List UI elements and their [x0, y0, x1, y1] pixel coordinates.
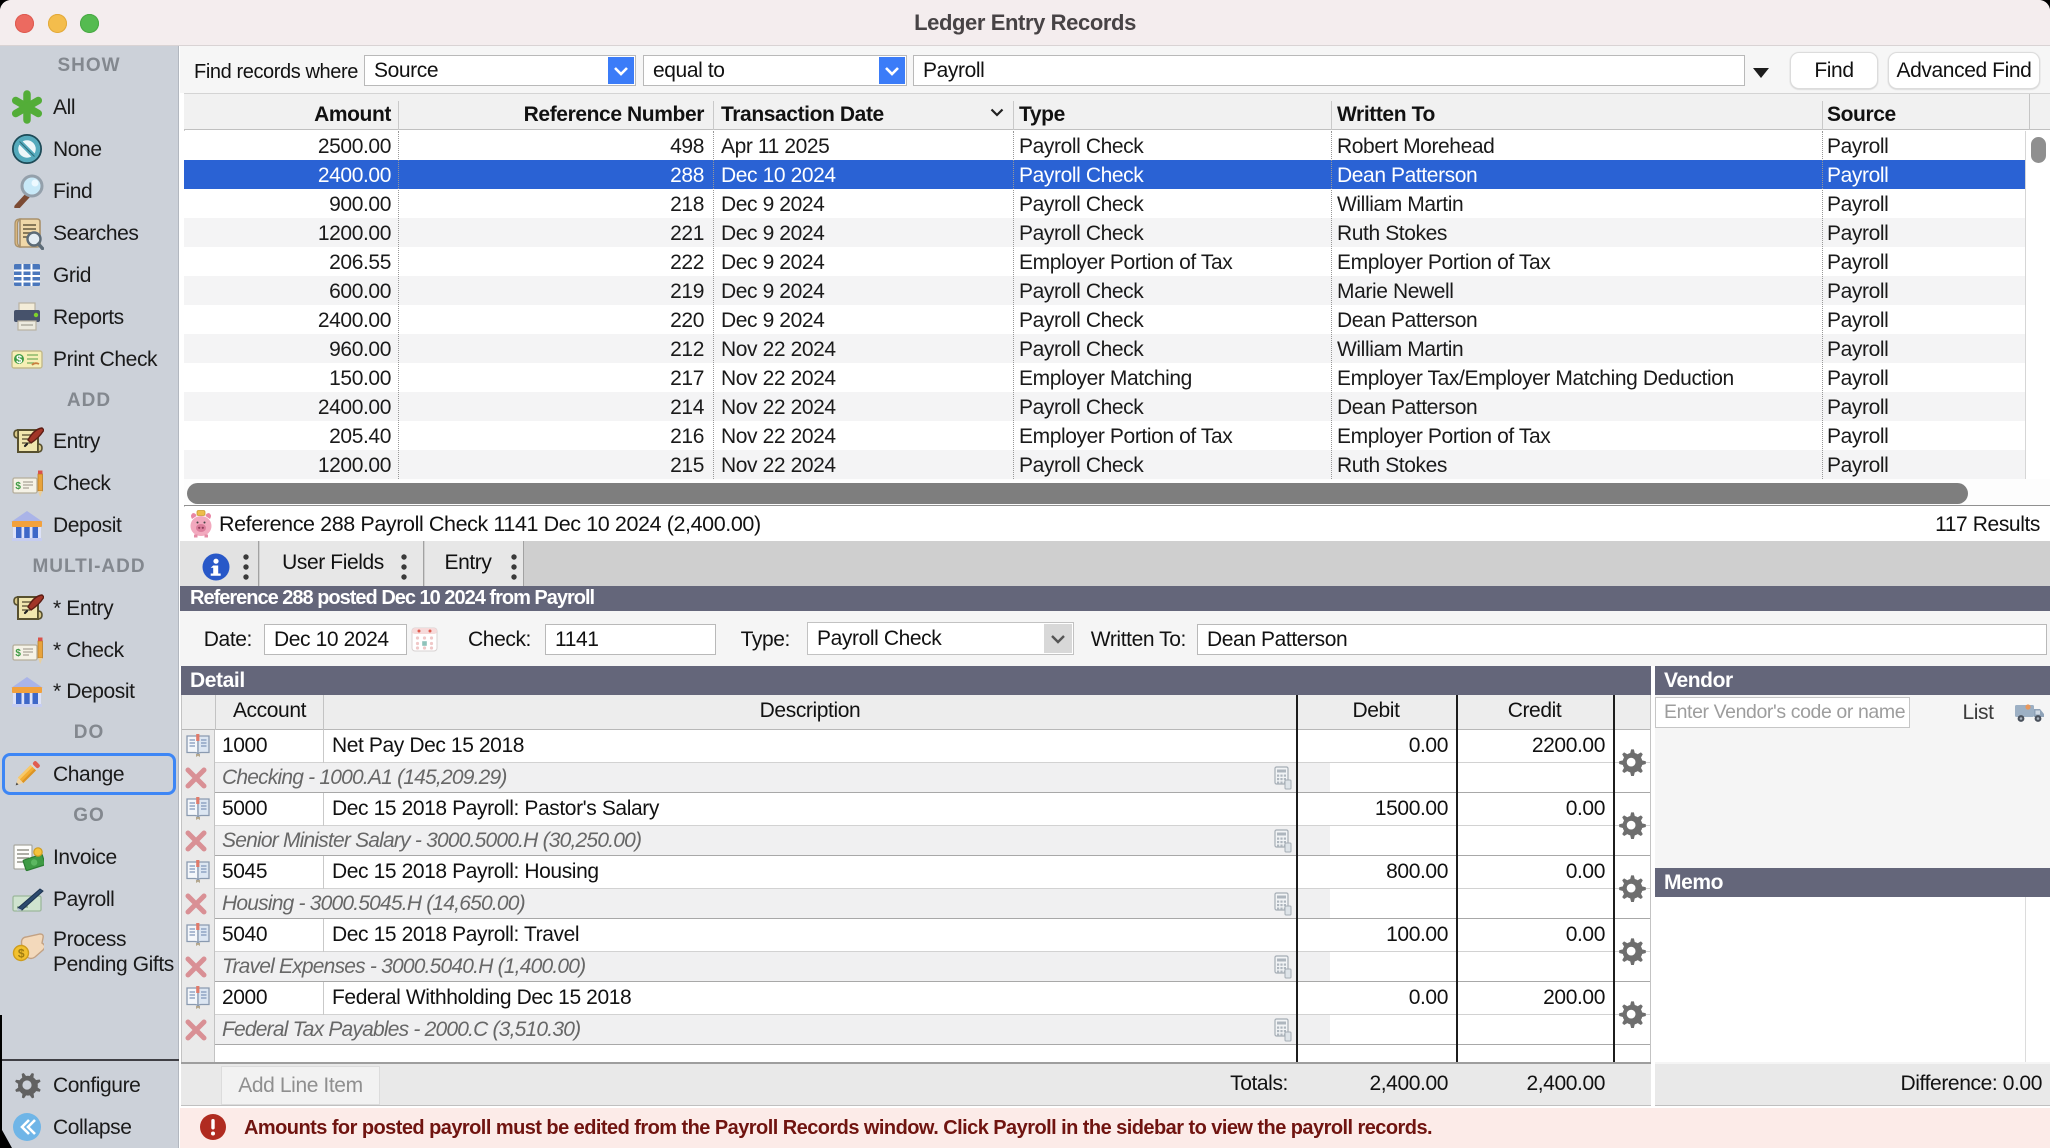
svg-text:$: $ — [18, 947, 25, 961]
svg-text:$: $ — [16, 354, 22, 366]
svg-text:$: $ — [15, 648, 21, 659]
svg-text:$: $ — [15, 481, 21, 492]
